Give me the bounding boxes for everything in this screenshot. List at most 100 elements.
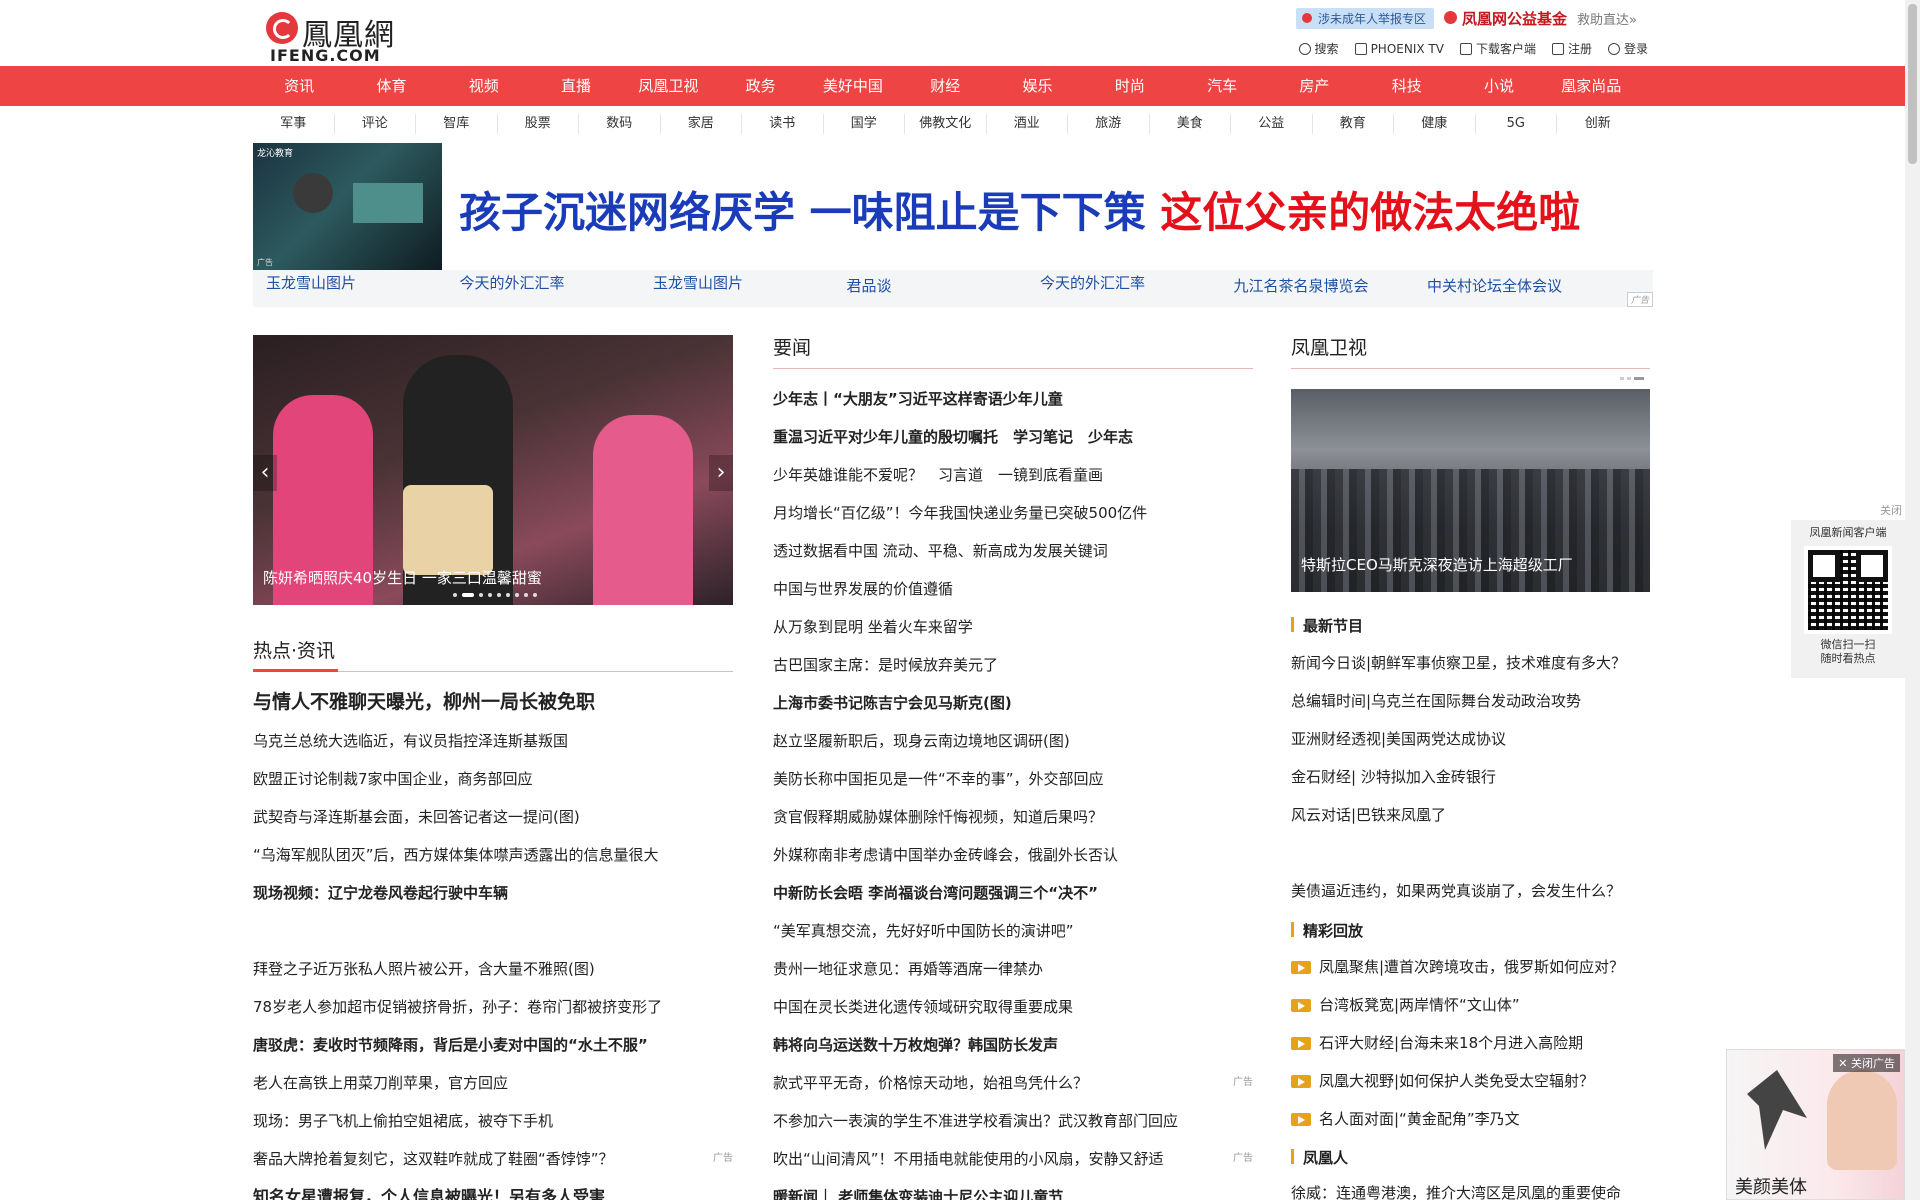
rescue-link[interactable]: 救助直达»: [1577, 9, 1637, 28]
list-item[interactable]: 唐驳虎：麦收时节频降雨，背后是小麦对中国的“水土不服”: [253, 1026, 733, 1064]
subnav-item[interactable]: 美食: [1150, 114, 1231, 134]
nav-item[interactable]: 小说: [1453, 66, 1545, 106]
nav-item[interactable]: 资讯: [253, 66, 345, 106]
list-item[interactable]: 石评大财经|台海未来18个月进入高险期: [1291, 1024, 1650, 1062]
carousel-dot[interactable]: [488, 593, 492, 597]
tv-dot-active[interactable]: [1634, 377, 1644, 380]
minor-report-link[interactable]: 涉未成年人举报专区: [1296, 8, 1435, 29]
list-item[interactable]: 老人在高铁上用菜刀削苹果，官方回应: [253, 1064, 733, 1102]
scrollbar-thumb[interactable]: [1908, 4, 1917, 164]
ad-link[interactable]: 君品谈: [834, 270, 1028, 307]
tv-dot[interactable]: [1627, 377, 1631, 380]
nav-item[interactable]: 体育: [345, 66, 437, 106]
subnav-item[interactable]: 国学: [824, 114, 905, 134]
carousel-dot[interactable]: [479, 593, 483, 597]
ad-link[interactable]: 中关村论坛全体会议: [1414, 270, 1608, 307]
carousel-dot[interactable]: [533, 593, 537, 597]
carousel-prev-arrow-icon[interactable]: ‹: [253, 455, 277, 491]
photo-carousel[interactable]: ‹ › 陈妍希晒照庆40岁生日 一家三口温馨甜蜜: [253, 335, 733, 605]
carousel-next-arrow-icon[interactable]: ›: [709, 455, 733, 491]
subnav-item[interactable]: 军事: [253, 114, 335, 134]
list-item[interactable]: 中国与世界发展的价值遵循: [773, 570, 1253, 608]
nav-item[interactable]: 直播: [530, 66, 622, 106]
list-item[interactable]: 吹出“山间清风”！不用插电就能使用的小风扇，安静又舒适 广告: [773, 1140, 1253, 1178]
list-item[interactable]: 上海市委书记陈吉宁会见马斯克(图): [773, 684, 1253, 722]
subnav-item[interactable]: 佛教文化: [905, 114, 987, 134]
list-item[interactable]: 中新防长会晤 李尚福谈台湾问题强调三个“决不”: [773, 874, 1253, 912]
ad-link[interactable]: 今天的外汇汇率: [1027, 270, 1221, 307]
list-item[interactable]: 现场：男子飞机上偷拍空姐裙底，被夺下手机: [253, 1102, 733, 1140]
list-item[interactable]: 月均增长“百亿级”！今年我国快递业务量已突破500亿件: [773, 494, 1253, 532]
subnav-item[interactable]: 创新: [1557, 114, 1639, 134]
tv-video-caption[interactable]: 特斯拉CEO马斯克深夜造访上海超级工厂: [1301, 554, 1573, 575]
tv-dot[interactable]: [1620, 377, 1624, 380]
nav-item[interactable]: 美好中国: [807, 66, 899, 106]
subnav-item[interactable]: 5G: [1476, 114, 1557, 134]
list-item[interactable]: 重温习近平对少年儿童的殷切嘱托 学习笔记 少年志: [773, 418, 1253, 456]
list-item[interactable]: 乌克兰总统大选临近，有议员指控泽连斯基叛国: [253, 722, 733, 760]
subnav-item[interactable]: 股票: [498, 114, 579, 134]
list-item[interactable]: 徐威：连通粤港澳，推介大湾区是凤凰的重要使命: [1291, 1174, 1650, 1200]
list-item[interactable]: 外媒称南非考虑请中国举办金砖峰会，俄副外长否认: [773, 836, 1253, 874]
list-item[interactable]: 凤凰聚焦|遭首次跨境攻击，俄罗斯如何应对？: [1291, 948, 1650, 986]
close-ad-button[interactable]: ✕ 关闭广告: [1833, 1054, 1900, 1072]
subnav-item[interactable]: 评论: [335, 114, 416, 134]
list-item[interactable]: 美防长称中国拒见是一件“不幸的事”，外交部回应: [773, 760, 1253, 798]
carousel-dot[interactable]: [506, 593, 510, 597]
nav-item[interactable]: 政务: [714, 66, 806, 106]
list-item[interactable]: “乌海军舰队团灭”后，西方媒体集体噤声透露出的信息量很大: [253, 836, 733, 874]
carousel-caption[interactable]: 陈妍希晒照庆40岁生日 一家三口温馨甜蜜: [263, 567, 542, 588]
list-item[interactable]: 贪官假释期威胁媒体删除忏悔视频，知道后果吗？: [773, 798, 1253, 836]
carousel-dot[interactable]: [524, 593, 528, 597]
list-item[interactable]: 暖新闻｜ 老师集体变装迪士尼公主迎儿童节: [773, 1178, 1253, 1200]
list-item[interactable]: 78岁老人参加超市促销被挤骨折，孙子：卷帘门都被挤变形了: [253, 988, 733, 1026]
carousel-dot[interactable]: [453, 593, 457, 597]
subnav-item[interactable]: 旅游: [1068, 114, 1150, 134]
list-item[interactable]: 款式平平无奇，价格惊天动地，始祖鸟凭什么？ 广告: [773, 1064, 1253, 1102]
download-app-link[interactable]: 下载客户端: [1459, 40, 1536, 57]
charity-fund-link[interactable]: 凤凰网公益基金: [1444, 8, 1567, 29]
carousel-dot[interactable]: [497, 593, 501, 597]
qr-close-button[interactable]: 关闭: [1880, 502, 1902, 518]
subnav-item[interactable]: 酒业: [987, 114, 1068, 134]
nav-item[interactable]: 房产: [1268, 66, 1360, 106]
subnav-item[interactable]: 家居: [661, 114, 742, 134]
nav-item[interactable]: 凰家尚品: [1545, 66, 1637, 106]
nav-item[interactable]: 凤凰卫视: [622, 66, 714, 106]
list-item[interactable]: 奢品大牌抢着复刻它，这双鞋咋就成了鞋圈“香饽饽”？ 广告: [253, 1140, 733, 1178]
list-item[interactable]: 亚洲财经透视|美国两党达成协议: [1291, 720, 1650, 758]
ad-link[interactable]: 今天的外汇汇率: [447, 270, 641, 307]
list-item[interactable]: 少年志丨“大朋友”习近平这样寄语少年儿童: [773, 380, 1253, 418]
list-item[interactable]: 台湾板凳宽|两岸情怀“文山体”: [1291, 986, 1650, 1024]
list-item[interactable]: 韩将向乌运送数十万枚炮弹？韩国防长发声: [773, 1026, 1253, 1064]
subnav-item[interactable]: 数码: [579, 114, 661, 134]
register-link[interactable]: 注册: [1551, 40, 1592, 57]
list-item[interactable]: 风云对话|巴铁来凤凰了: [1291, 796, 1650, 834]
subnav-item[interactable]: 教育: [1313, 114, 1394, 134]
phoenix-tv-link[interactable]: PHOENIX TV: [1354, 40, 1444, 57]
list-item[interactable]: 从万象到昆明 坐着火车来留学: [773, 608, 1253, 646]
page-scrollbar[interactable]: [1905, 0, 1920, 1200]
ifeng-logo[interactable]: 鳳凰網 IFENG.COM: [266, 8, 406, 65]
nav-item[interactable]: 科技: [1361, 66, 1453, 106]
carousel-dot[interactable]: [515, 593, 519, 597]
tv-featured-video[interactable]: 特斯拉CEO马斯克深夜造访上海超级工厂: [1291, 389, 1650, 592]
list-item[interactable]: 武契奇与泽连斯基会面，未回答记者这一提问(图): [253, 798, 733, 836]
list-item[interactable]: 美债逼近违约，如果两党真谈崩了，会发生什么？: [1291, 872, 1650, 910]
subnav-item[interactable]: 公益: [1231, 114, 1313, 134]
list-item[interactable]: 透过数据看中国 流动、平稳、新高成为发展关键词: [773, 532, 1253, 570]
list-item[interactable]: 新闻今日谈|朝鲜军事侦察卫星，技术难度有多大？: [1291, 644, 1650, 682]
nav-item[interactable]: 娱乐: [991, 66, 1083, 106]
ad-link[interactable]: 九江名茶名泉博览会: [1221, 270, 1415, 307]
subnav-item[interactable]: 读书: [742, 114, 824, 134]
list-item[interactable]: 名人面对面|“黄金配角”李乃文: [1291, 1100, 1650, 1138]
subnav-item[interactable]: 健康: [1394, 114, 1476, 134]
list-item[interactable]: 现场视频：辽宁龙卷风卷起行驶中车辆: [253, 874, 733, 912]
nav-item[interactable]: 时尚: [1084, 66, 1176, 106]
list-item[interactable]: 中国在灵长类进化遗传领域研究取得重要成果: [773, 988, 1253, 1026]
list-item[interactable]: 不参加六一表演的学生不准进学校看演出？武汉教育部门回应: [773, 1102, 1253, 1140]
carousel-dot-active[interactable]: [462, 593, 474, 597]
banner-ad[interactable]: 龙沁教育 广告 孩子沉迷网络厌学 一味阻止是下下策 这位父亲的做法太绝啦: [253, 143, 1653, 270]
login-link[interactable]: 登录: [1607, 40, 1648, 57]
list-item[interactable]: 凤凰大视野|如何保护人类免受太空辐射？: [1291, 1062, 1650, 1100]
